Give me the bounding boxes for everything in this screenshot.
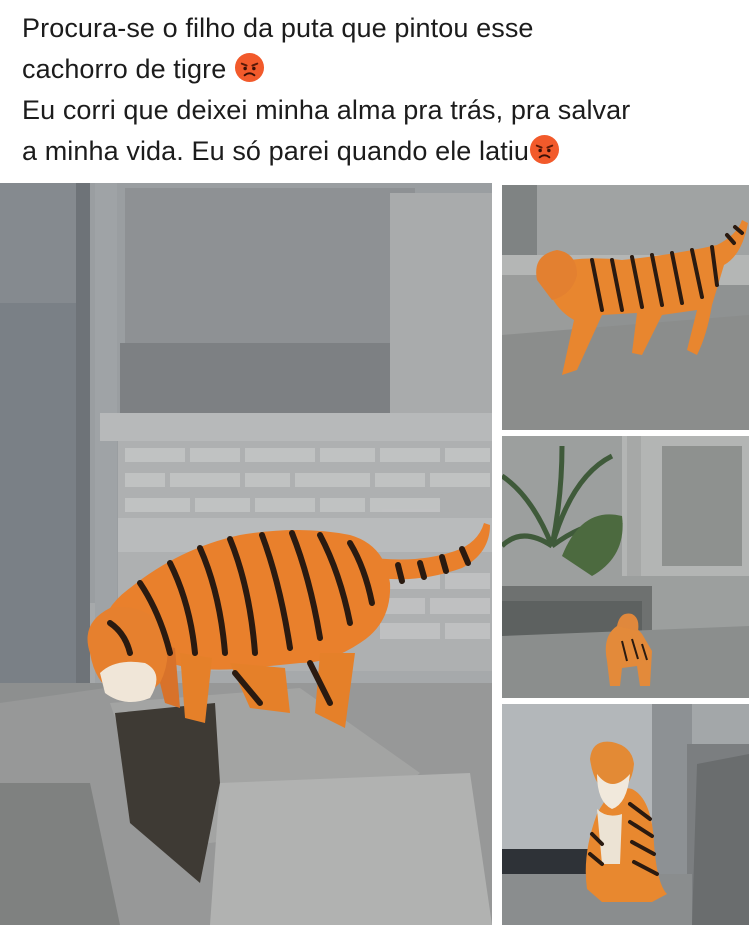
angry-face-icon	[530, 134, 560, 165]
angry-face-icon	[234, 52, 264, 83]
post-caption: Procura-se o filho da puta que pintou es…	[0, 0, 749, 183]
caption-line-2-wrap: cachorro de tigre	[22, 49, 731, 90]
photo-tiger-dog-walking[interactable]	[502, 185, 749, 430]
caption-line-1: Procura-se o filho da puta que pintou es…	[22, 13, 534, 43]
photo-yard-image	[502, 436, 749, 698]
photo-tiger-dog-yard[interactable]	[502, 436, 749, 698]
caption-line-4-wrap: a minha vida. Eu só parei quando ele lat…	[22, 131, 731, 172]
photo-sitting-image	[502, 704, 749, 925]
photo-walking-image	[502, 185, 749, 430]
caption-line-3: Eu corri que deixei minha alma pra trás,…	[22, 95, 631, 125]
photo-tiger-dog-sitting[interactable]	[502, 704, 749, 925]
photo-large-image	[0, 183, 492, 925]
caption-line-2: cachorro de tigre	[22, 54, 227, 84]
photo-collage	[0, 183, 749, 925]
photo-large-tiger-dog[interactable]	[0, 183, 492, 925]
caption-line-4: a minha vida. Eu só parei quando ele lat…	[22, 136, 530, 166]
